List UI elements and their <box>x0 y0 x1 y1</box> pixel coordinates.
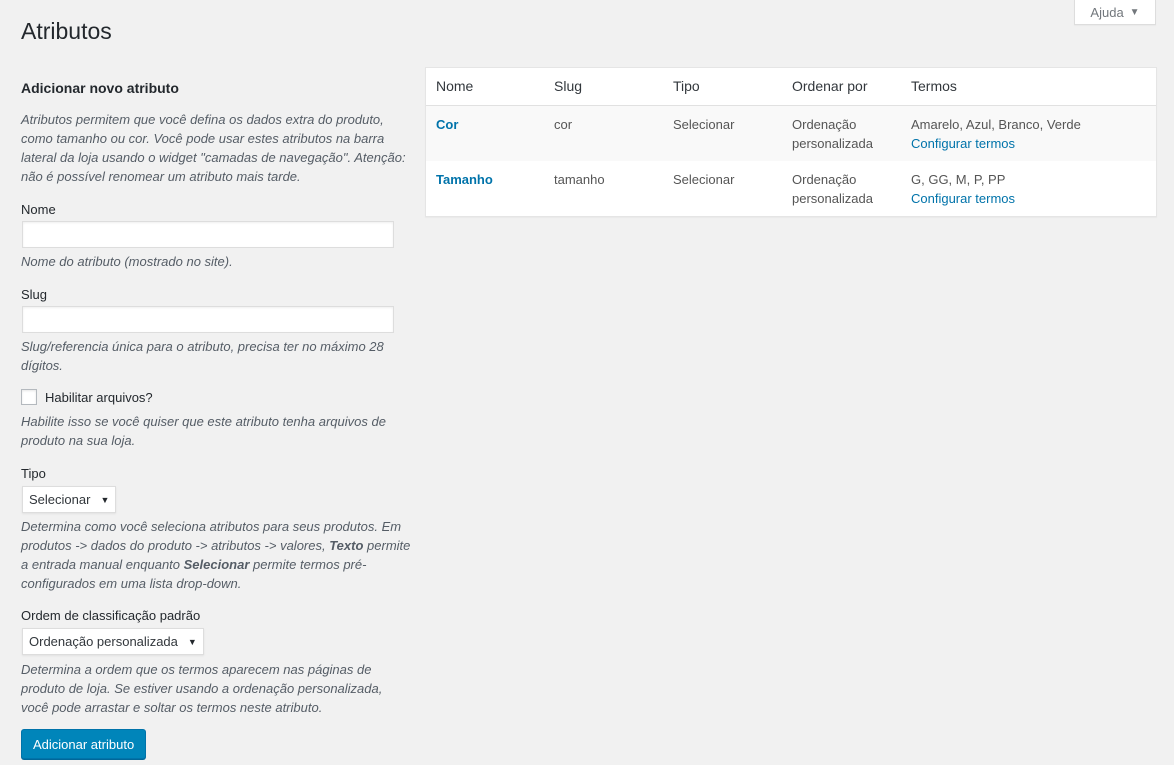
attribute-slug: cor <box>544 105 663 161</box>
order-description: Determina a ordem que os termos aparecem… <box>21 662 383 715</box>
name-label: Nome <box>21 202 56 217</box>
attribute-name-link[interactable]: Tamanho <box>436 172 493 187</box>
table-header-row: Nome Slug Tipo Ordenar por Termos <box>426 68 1156 106</box>
type-label: Tipo <box>21 466 46 481</box>
table-row: Cor cor Selecionar Ordenação personaliza… <box>426 105 1156 161</box>
archives-label: Habilitar arquivos? <box>45 389 153 405</box>
table-row: Tamanho tamanho Selecionar Ordenação per… <box>426 161 1156 216</box>
attribute-type: Selecionar <box>663 105 782 161</box>
order-select[interactable]: Ordenação personalizada ▼ <box>22 628 204 655</box>
type-description: Determina como você seleciona atributos … <box>21 517 413 593</box>
caret-down-icon: ▼ <box>1129 6 1140 18</box>
archives-checkbox[interactable] <box>21 389 37 405</box>
order-label: Ordem de classificação padrão <box>21 608 201 623</box>
type-desc-bold-2: Selecionar <box>183 557 250 572</box>
archives-description: Habilite isso se você quiser que este at… <box>21 414 386 448</box>
attribute-order: Ordenação personalizada <box>782 105 901 161</box>
attribute-slug: tamanho <box>554 171 605 187</box>
archives-row: Habilitar arquivos? <box>21 389 153 405</box>
attribute-order: Ordenação personalizada <box>792 171 873 206</box>
chevron-down-icon: ▼ <box>187 636 197 647</box>
attribute-name-link[interactable]: Cor <box>436 117 458 132</box>
column-header-type: Tipo <box>663 68 782 106</box>
slug-description: Slug/referencia única para o atributo, p… <box>21 339 384 373</box>
name-description: Nome do atributo (mostrado no site). <box>21 254 233 269</box>
page-title: Atributos <box>21 18 112 44</box>
form-intro: Atributos permitem que você defina os da… <box>21 112 406 184</box>
add-attribute-button[interactable]: Adicionar atributo <box>21 729 147 759</box>
name-input[interactable] <box>22 221 394 248</box>
attribute-terms: G, GG, M, P, PP <box>911 171 1006 187</box>
configure-terms-link[interactable]: Configurar termos <box>911 136 1015 151</box>
slug-label: Slug <box>21 287 48 302</box>
column-header-order: Ordenar por <box>782 68 901 106</box>
attribute-type: Selecionar <box>673 171 735 187</box>
attribute-terms: Amarelo, Azul, Branco, Verde <box>911 116 1081 132</box>
form-heading: Adicionar novo atributo <box>21 80 179 96</box>
configure-terms-link[interactable]: Configurar termos <box>911 191 1015 206</box>
column-header-terms: Termos <box>901 68 1156 106</box>
help-tab-button[interactable]: Ajuda ▼ <box>1074 0 1156 25</box>
attributes-table: Nome Slug Tipo Ordenar por Termos Cor co… <box>425 67 1157 217</box>
type-desc-bold-1: Texto <box>329 538 364 553</box>
column-header-slug: Slug <box>544 68 663 106</box>
type-select[interactable]: Selecionar ▼ <box>22 486 117 513</box>
order-select-value: Ordenação personalizada <box>29 634 178 649</box>
help-tab-label: Ajuda <box>1090 4 1124 20</box>
slug-input[interactable] <box>22 306 394 333</box>
type-select-value: Selecionar <box>29 492 91 507</box>
column-header-name: Nome <box>426 68 544 106</box>
chevron-down-icon: ▼ <box>100 494 110 505</box>
